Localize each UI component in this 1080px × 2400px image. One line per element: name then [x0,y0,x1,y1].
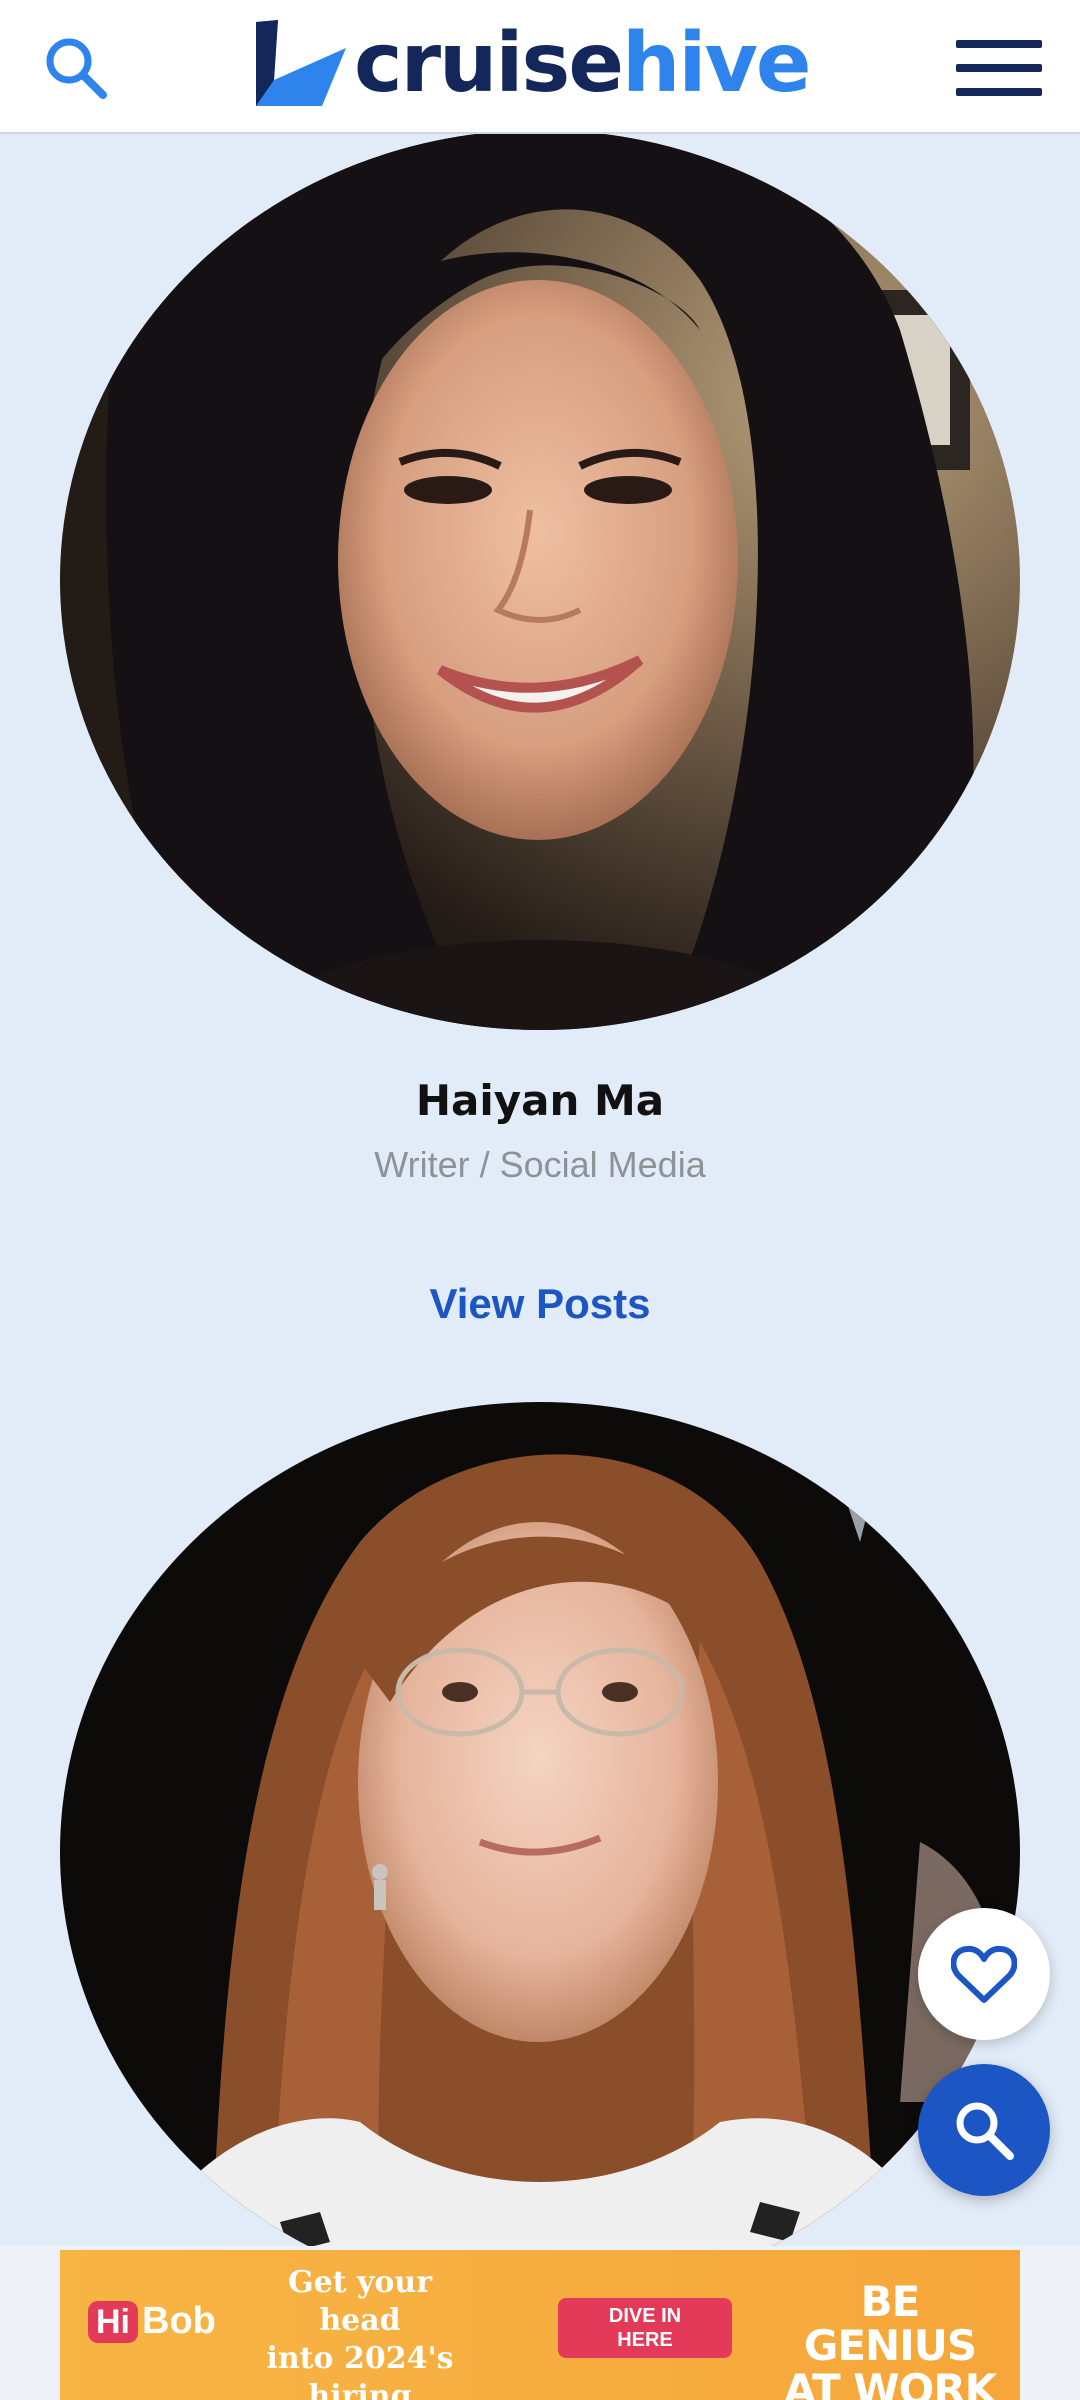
hamburger-menu-button[interactable] [956,36,1042,100]
site-header: cruisehive [0,0,1080,134]
heart-icon [951,1945,1017,2003]
ad-banner[interactable]: Hi Bob Get your head into 2024's hiring … [60,2250,1020,2400]
ad-tagline-line: AT WORK [783,2365,997,2400]
author-avatar[interactable] [60,130,1020,1030]
author-photo [60,130,1020,1030]
hamburger-menu-icon [956,40,1042,48]
ad-cta-button[interactable]: DIVE IN HERE [558,2298,732,2358]
author-role: Writer / Social Media [374,1144,706,1185]
ad-brand-logo: Hi Bob [88,2300,216,2343]
logo-sail-icon [256,20,346,106]
favorite-button[interactable] [918,1908,1050,2040]
ad-copy-line: hiring headaches [308,2379,412,2400]
logo-text-hive: hive [621,16,812,111]
header-search-button[interactable] [36,28,116,108]
ad-brand-hi: Hi [88,2300,138,2343]
view-posts-link[interactable]: View Posts [0,1280,1080,1328]
ad-cta-line: DIVE IN [608,2305,682,2327]
ad-copy-line: Get your head [287,2265,433,2338]
author-name: Haiyan Ma [415,1076,665,1125]
author-avatar[interactable] [60,1402,1020,2302]
search-icon [956,2102,1014,2160]
ad-tagline: BE GENIUS AT WORK [780,2280,1000,2400]
ad-copy: Get your head into 2024's hiring headach… [250,2264,470,2400]
floating-search-button[interactable] [918,2064,1050,2196]
site-logo[interactable]: cruisehive [252,14,812,114]
ad-brand-bob: Bob [142,2300,216,2342]
ad-tagline-line: BE GENIUS [803,2277,977,2370]
author-photo [60,1402,1020,2302]
search-icon [46,38,107,99]
logo-text-cruise: cruise [354,16,624,111]
ad-copy-line: into 2024's [266,2341,454,2376]
ad-container: Hi Bob Get your head into 2024's hiring … [0,2246,1080,2400]
ad-cta-line: HERE [617,2329,673,2351]
